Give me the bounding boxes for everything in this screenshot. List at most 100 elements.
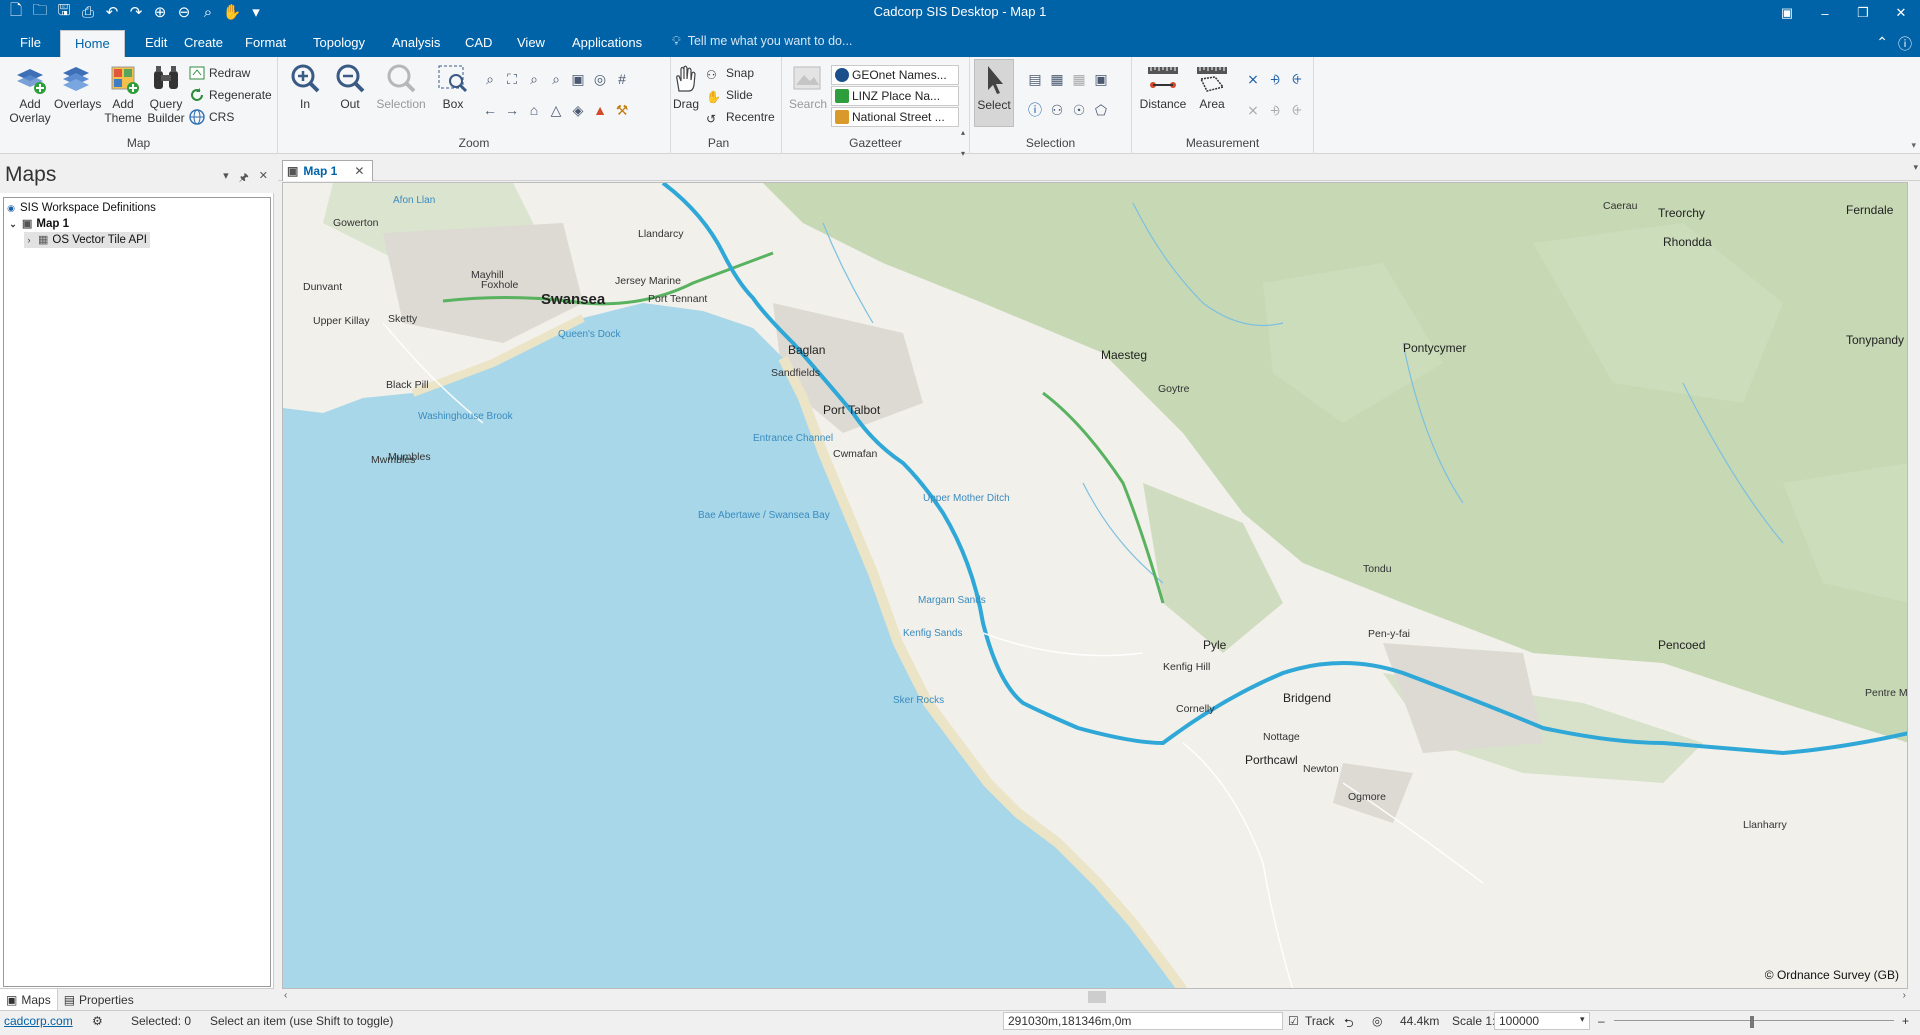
chevron-right-icon[interactable]: › [24,232,34,248]
map-canvas[interactable]: Swansea Port Talbot Baglan Bridgend Maesteg P… [282,182,1908,989]
overlays-button[interactable]: Overlays [54,63,101,111]
maximize-button[interactable]: ❐ [1844,0,1882,26]
pin-icon[interactable]: ◈ [569,101,587,119]
bookmark-icon[interactable]: △ [547,101,565,119]
panel-dropdown-icon[interactable]: ▾ [223,169,229,188]
crs-button[interactable]: CRS [189,107,234,127]
tell-me-box[interactable]: 💡︎ Tell me what you want to do... [672,34,852,49]
zoom-extent-icon[interactable]: ⛶ [503,70,521,88]
gazetteer-item-linz[interactable]: LINZ Place Na... [831,86,959,106]
doc-tab-dropdown-icon[interactable]: ▾ [1913,162,1918,173]
add-theme-button[interactable]: Add Theme [101,63,145,125]
measure-tool-6-icon[interactable]: ⨭ [1288,101,1306,119]
help-icon[interactable]: ⓘ [1898,34,1912,54]
zoom-tool-6-icon[interactable]: ◎ [591,70,609,88]
gazetteer-item-geonet[interactable]: GEOnet Names... [831,65,959,85]
scale-input[interactable]: 100000 [1494,1012,1590,1030]
area-button[interactable]: Area [1190,63,1234,111]
query-icon[interactable]: ⚇ [1048,101,1066,119]
measure-tool-5-icon[interactable]: ⨮ [1266,101,1284,119]
cadcorp-link[interactable]: cadcorp.com [4,1014,73,1028]
scroll-left-icon[interactable]: ‹ [284,990,287,1001]
recentre-button[interactable]: ↺ Recentre [706,107,775,127]
doc-tab-close-icon[interactable]: ✕ [354,164,364,178]
snap-button[interactable]: ⚇ Snap [706,63,754,83]
snap-mode-icon[interactable]: ⮌ [1344,1014,1354,1035]
zoom-slider-track[interactable] [1614,1020,1894,1021]
tab-cad[interactable]: CAD [451,30,506,57]
ribbon-display-icon[interactable]: ▣ [1768,0,1806,26]
tab-topology[interactable]: Topology [299,30,379,57]
distance-button[interactable]: Distance [1138,63,1188,111]
drag-button[interactable]: Drag [664,63,708,111]
minimize-button[interactable]: – [1806,0,1844,26]
chevron-down-icon[interactable]: ⌄ [8,216,18,232]
zoom-slider-thumb[interactable] [1750,1016,1754,1028]
panel-close-icon[interactable]: ✕ [259,169,268,188]
panel-pin-icon[interactable]: 🖈︎ [239,169,249,188]
collapse-ribbon-icon[interactable]: ⌃ [1876,34,1888,54]
zoom-selection-button[interactable]: Selection [373,63,429,111]
polygon-select-icon[interactable]: ⬠ [1092,101,1110,119]
location-icon[interactable]: ▲ [591,101,609,119]
gazetteer-search-button[interactable]: Search [786,63,830,111]
slide-button[interactable]: ✋ Slide [706,85,753,105]
tab-applications[interactable]: Applications [558,30,656,57]
home-icon[interactable]: ⌂ [525,101,543,119]
track-checkbox[interactable]: ☑ [1288,1014,1299,1028]
redraw-button[interactable]: Redraw [189,63,250,83]
back-arrow-icon[interactable]: ← [481,101,499,119]
measure-tool-3-icon[interactable]: ⨭ [1288,70,1306,88]
scale-dropdown-icon[interactable]: ▾ [1580,1014,1585,1025]
globe-status-icon[interactable]: ◎ [1372,1014,1382,1028]
tab-analysis[interactable]: Analysis [378,30,454,57]
map-vertical-scrollbar[interactable] [1908,182,1920,989]
zoom-tool-1-icon[interactable]: ⌕ [481,70,499,88]
tab-file[interactable]: File [6,30,55,57]
grid-icon[interactable]: # [613,70,631,88]
measure-tool-1-icon[interactable]: ⨯ [1244,70,1262,88]
zoom-slider-minus[interactable]: – [1598,1014,1605,1028]
select-tool-2-icon[interactable]: ▦ [1048,70,1066,88]
select-tool-7-icon[interactable]: ☉ [1070,101,1088,119]
gazetteer-item-national-street[interactable]: National Street ... [831,107,959,127]
footer-tab-properties[interactable]: ▤ Properties [58,989,140,1010]
tab-create[interactable]: Create [170,30,237,57]
query-builder-button[interactable]: Query Builder [144,63,188,125]
zoom-tool-3-icon[interactable]: ⌕ [525,70,543,88]
settings-gear-icon[interactable]: ⚙ [92,1014,103,1028]
info-icon[interactable]: ⓘ [1026,101,1044,119]
select-tool-3-icon[interactable]: ▦ [1070,70,1088,88]
scroll-right-icon[interactable]: › [1903,990,1906,1001]
ribbon-expand-icon[interactable]: ▾ [1911,140,1916,151]
zoom-out-button[interactable]: Out [328,63,372,111]
measure-tool-2-icon[interactable]: ⨮ [1266,70,1284,88]
footer-tab-label: Maps [21,992,51,1007]
tree-node-label: OS Vector Tile API [52,234,148,246]
tree-node-map[interactable]: ⌄ ▣ Map 1 [8,216,69,232]
scroll-thumb[interactable] [1088,991,1106,1003]
select-tool-1-icon[interactable]: ▤ [1026,70,1044,88]
tab-format[interactable]: Format [231,30,300,57]
tab-view[interactable]: View [503,30,559,57]
tab-home[interactable]: Home [60,30,125,57]
zoom-in-button[interactable]: In [283,63,327,111]
select-tool-4-icon[interactable]: ▣ [1092,70,1110,88]
zoom-slider-plus[interactable]: + [1902,1014,1909,1028]
slide-hand-icon: ✋ [706,90,721,104]
footer-tab-maps[interactable]: ▣ Maps [0,989,58,1010]
tree-node-overlay[interactable]: › ▦ OS Vector Tile API [24,232,151,248]
forward-arrow-icon[interactable]: → [503,101,521,119]
zoom-tool-5-icon[interactable]: ▣ [569,70,587,88]
zoom-box-button[interactable]: Box [431,63,475,111]
doc-tab-map1[interactable]: ▣ Map 1 ✕ [282,160,374,181]
tools-icon[interactable]: ⚒ [613,101,631,119]
add-overlay-button[interactable]: Add Overlay [8,63,52,125]
map-horizontal-scrollbar[interactable]: ‹ › [282,989,1908,1005]
select-button[interactable]: Select [974,59,1014,127]
measure-tool-4-icon[interactable]: ⨯ [1244,101,1262,119]
tree-node-workspace[interactable]: ◉ SIS Workspace Definitions [6,200,156,216]
close-button[interactable]: ✕ [1882,0,1920,26]
zoom-tool-4-icon[interactable]: ⌕ [547,70,565,88]
regenerate-button[interactable]: Regenerate [189,85,272,105]
